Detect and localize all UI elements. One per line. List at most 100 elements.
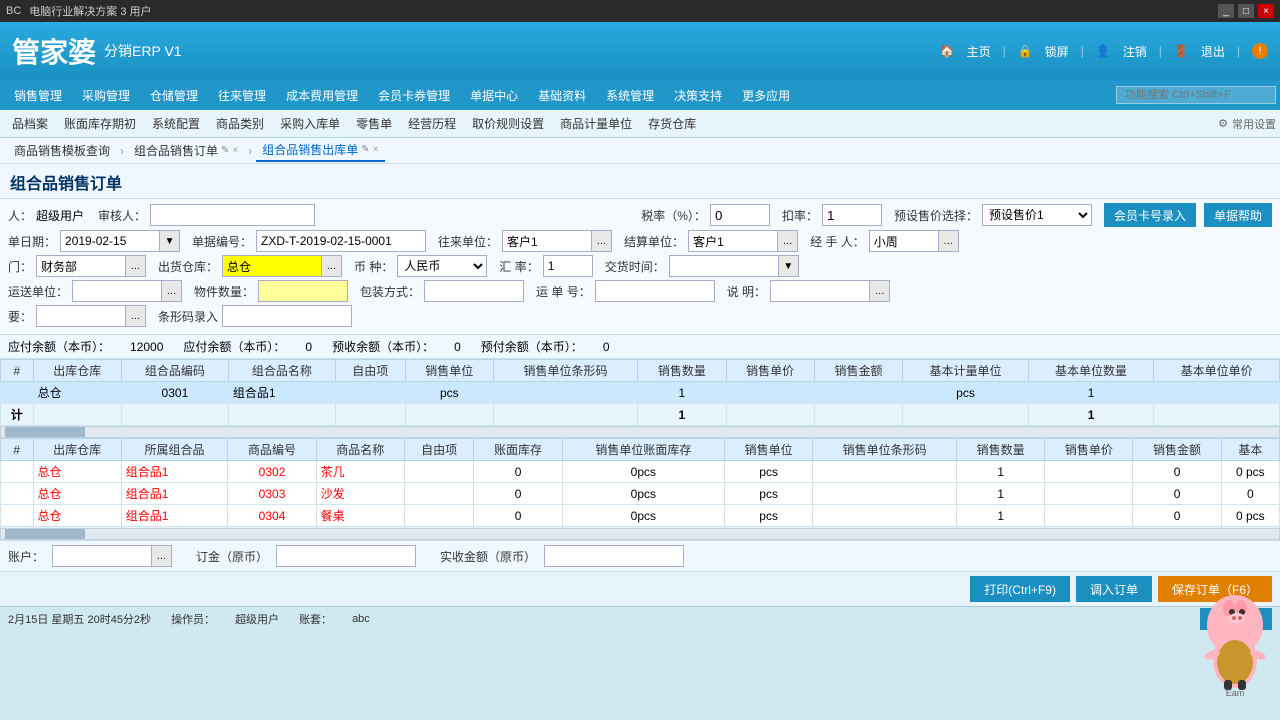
- status-operator-label: 操作员：: [171, 611, 215, 627]
- warehouse-btn[interactable]: …: [322, 255, 342, 277]
- breadcrumb-sales-order[interactable]: 组合品销售订单 ✎ ×: [128, 140, 244, 161]
- breadcrumb-outbound-order[interactable]: 组合品销售出库单 ✎ ×: [256, 139, 384, 162]
- payable-label: 应付余额（本币）：: [8, 338, 110, 355]
- settle-unit-btn[interactable]: …: [778, 230, 798, 252]
- trans-time-input[interactable]: [669, 255, 779, 277]
- handler-btn[interactable]: …: [939, 230, 959, 252]
- doc-num-input[interactable]: [256, 230, 426, 252]
- date-input[interactable]: [60, 230, 160, 252]
- nav-warehouse[interactable]: 仓储管理: [140, 80, 208, 110]
- remark-btn[interactable]: …: [870, 280, 890, 302]
- breadcrumb-template-query[interactable]: 商品销售模板查询: [8, 140, 116, 161]
- import-order-btn[interactable]: 调入订单: [1076, 576, 1152, 602]
- lock-icon[interactable]: 🔒: [1018, 44, 1033, 58]
- account-input[interactable]: [52, 545, 152, 567]
- home-icon[interactable]: 🏠: [940, 44, 955, 58]
- form-row-5: 要： … 条形码录入: [8, 305, 1272, 327]
- require-btn[interactable]: …: [126, 305, 146, 327]
- nav-more[interactable]: 更多应用: [732, 80, 800, 110]
- piece-count-input[interactable]: [258, 280, 348, 302]
- lower-row-2[interactable]: 总仓 组合品1 0303 沙发 0 0pcs pcs 1 0 0: [1, 483, 1280, 505]
- nav-docs[interactable]: 单据中心: [460, 80, 528, 110]
- sub-nav-price-rules[interactable]: 取价规则设置: [464, 110, 552, 138]
- to-unit-input[interactable]: [502, 230, 592, 252]
- lower-cell-unit-stock-3: 0pcs: [562, 505, 724, 527]
- upper-sum-row: 计 1 1: [1, 404, 1280, 426]
- lower-scroll-thumb[interactable]: [5, 529, 85, 539]
- lower-scroll-bar[interactable]: [0, 528, 1280, 540]
- sub-nav-stock-wh[interactable]: 存货仓库: [640, 110, 704, 138]
- settle-unit-input[interactable]: [688, 230, 778, 252]
- lth-amount: 销售金额: [1133, 439, 1221, 461]
- exit-link[interactable]: 退出: [1201, 43, 1225, 60]
- table-row[interactable]: 总仓 0301 组合品1 pcs 1 pcs 1: [1, 382, 1280, 404]
- nav-dealings[interactable]: 往来管理: [208, 80, 276, 110]
- sub-nav-product-archive[interactable]: 品档案: [4, 110, 56, 138]
- lock-link[interactable]: 锁屏: [1045, 43, 1069, 60]
- lth-sales-unit: 销售单位: [725, 439, 813, 461]
- sub-nav-inventory[interactable]: 账面库存期初: [56, 110, 144, 138]
- exit-icon[interactable]: 🚪: [1174, 44, 1189, 58]
- maximize-btn[interactable]: □: [1238, 4, 1254, 18]
- reviewer-input[interactable]: [150, 204, 315, 226]
- nav-purchase[interactable]: 采购管理: [72, 80, 140, 110]
- breadcrumb: 商品销售模板查询 › 组合品销售订单 ✎ × › 组合品销售出库单 ✎ ×: [0, 138, 1280, 164]
- ship-num-input[interactable]: [595, 280, 715, 302]
- price-select[interactable]: 预设售价1: [982, 204, 1092, 226]
- nav-decision[interactable]: 决策支持: [664, 80, 732, 110]
- warehouse-input[interactable]: [222, 255, 322, 277]
- sub-nav-history[interactable]: 经营历程: [400, 110, 464, 138]
- sub-nav-unit[interactable]: 商品计量单位: [552, 110, 640, 138]
- barcode-input[interactable]: [222, 305, 352, 327]
- ship-unit-btn[interactable]: …: [162, 280, 182, 302]
- exchange-input[interactable]: [543, 255, 593, 277]
- lower-row-3[interactable]: 总仓 组合品1 0304 餐桌 0 0pcs pcs 1 0 0 pcs: [1, 505, 1280, 527]
- date-picker-btn[interactable]: ▼: [160, 230, 180, 252]
- lower-cell-amount-3: 0: [1133, 505, 1221, 527]
- home-link[interactable]: 主页: [967, 43, 991, 60]
- discount-input[interactable]: 1: [822, 204, 882, 226]
- handler-input[interactable]: [869, 230, 939, 252]
- ship-unit-input[interactable]: [72, 280, 162, 302]
- actual-amount-input[interactable]: [544, 545, 684, 567]
- help-btn[interactable]: 单据帮助: [1204, 203, 1272, 227]
- dept-input[interactable]: [36, 255, 126, 277]
- info-icon[interactable]: !: [1252, 43, 1268, 59]
- sub-nav-category[interactable]: 商品类别: [208, 110, 272, 138]
- to-unit-btn[interactable]: …: [592, 230, 612, 252]
- remark-input[interactable]: [770, 280, 870, 302]
- account-btn[interactable]: …: [152, 545, 172, 567]
- nav-basic[interactable]: 基础资料: [528, 80, 596, 110]
- nav-cost[interactable]: 成本费用管理: [276, 80, 368, 110]
- minimize-btn[interactable]: _: [1218, 4, 1234, 18]
- nav-sales[interactable]: 销售管理: [4, 80, 72, 110]
- logout-link[interactable]: 注销: [1123, 43, 1147, 60]
- sub-nav-purchase-receipt[interactable]: 采购入库单: [272, 110, 348, 138]
- logout-icon[interactable]: 👤: [1096, 44, 1111, 58]
- upper-scroll-bar[interactable]: [0, 426, 1280, 438]
- settings-shortcut[interactable]: ⚙ 常用设置: [1218, 116, 1276, 132]
- nav-member[interactable]: 会员卡券管理: [368, 80, 460, 110]
- pre-paid-label: 预付余额（本币）：: [481, 338, 583, 355]
- nav-system[interactable]: 系统管理: [596, 80, 664, 110]
- tax-input[interactable]: 0: [710, 204, 770, 226]
- order-amount-input[interactable]: [276, 545, 416, 567]
- currency-select[interactable]: 人民币: [397, 255, 487, 277]
- lower-cell-qty-1: 1: [957, 461, 1045, 483]
- window-controls[interactable]: _ □ ×: [1218, 4, 1274, 18]
- require-input[interactable]: [36, 305, 126, 327]
- member-card-btn[interactable]: 会员卡号录入: [1104, 203, 1196, 227]
- th-base-unit: 基本计量单位: [903, 360, 1029, 382]
- breadcrumb-close-3[interactable]: ×: [373, 144, 379, 155]
- lower-row-1[interactable]: 总仓 组合品1 0302 茶几 0 0pcs pcs 1 0 0 pcs: [1, 461, 1280, 483]
- print-btn[interactable]: 打印(Ctrl+F9): [970, 576, 1070, 602]
- function-search-input[interactable]: [1116, 86, 1276, 104]
- trans-time-btn[interactable]: ▼: [779, 255, 799, 277]
- sub-nav-config[interactable]: 系统配置: [144, 110, 208, 138]
- pack-method-input[interactable]: [424, 280, 524, 302]
- upper-scroll-thumb[interactable]: [5, 427, 85, 437]
- breadcrumb-close-2[interactable]: ×: [232, 145, 238, 156]
- dept-btn[interactable]: …: [126, 255, 146, 277]
- close-btn[interactable]: ×: [1258, 4, 1274, 18]
- sub-nav-retail[interactable]: 零售单: [348, 110, 400, 138]
